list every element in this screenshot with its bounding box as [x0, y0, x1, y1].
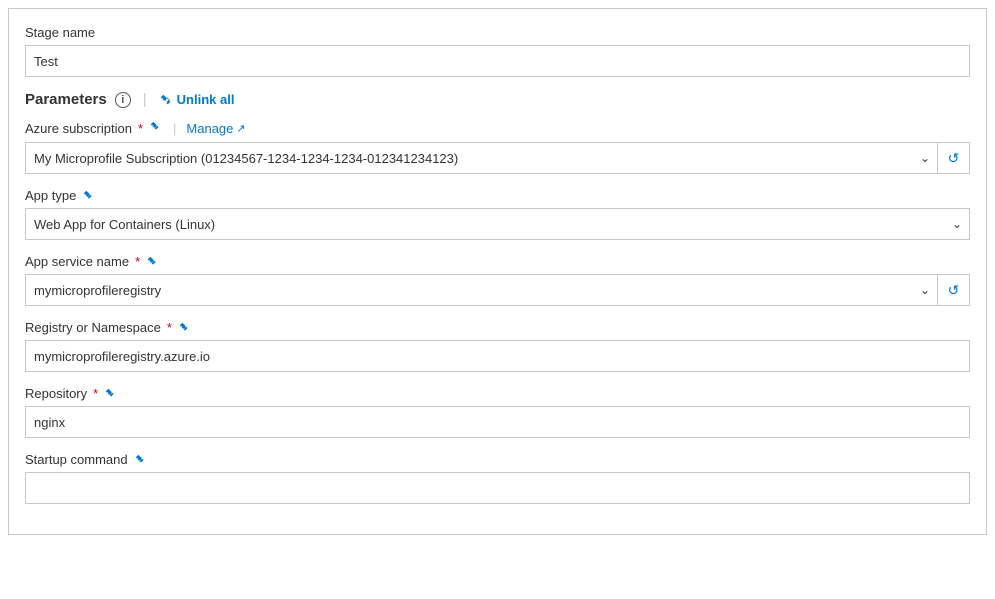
azure-subscription-link-icon[interactable]	[149, 120, 163, 137]
external-link-icon: ↗	[236, 122, 245, 135]
app-type-select[interactable]: Web App for Containers (Linux)	[25, 208, 970, 240]
azure-subscription-required: *	[138, 121, 143, 136]
unlink-all-button[interactable]: Unlink all	[159, 92, 235, 107]
startup-command-input[interactable]	[25, 472, 970, 504]
app-type-link-icon[interactable]	[82, 189, 96, 203]
registry-chain-icon	[178, 321, 192, 335]
subscription-separator: |	[173, 121, 176, 136]
app-service-name-required: *	[135, 254, 140, 269]
app-service-chain-icon	[146, 255, 160, 269]
stage-name-label: Stage name	[25, 25, 970, 40]
manage-link[interactable]: Manage ↗	[186, 121, 245, 136]
azure-subscription-select[interactable]: My Microprofile Subscription (01234567-1…	[25, 142, 938, 174]
registry-link-icon[interactable]	[178, 321, 192, 335]
repository-link-icon[interactable]	[104, 387, 118, 401]
app-type-label: App type	[25, 188, 970, 203]
azure-subscription-refresh-button[interactable]: ↺	[938, 142, 970, 174]
repository-required: *	[93, 386, 98, 401]
parameters-title: Parameters	[25, 91, 107, 108]
separator: |	[143, 91, 147, 108]
repository-chain-icon	[104, 387, 118, 401]
app-type-chain-icon	[82, 189, 96, 203]
startup-chain-icon	[134, 453, 148, 467]
chain-link-icon	[149, 120, 163, 134]
repository-input[interactable]	[25, 406, 970, 438]
registry-namespace-required: *	[167, 320, 172, 335]
startup-command-label: Startup command	[25, 452, 970, 467]
unlink-all-label: Unlink all	[177, 92, 235, 107]
stage-name-input[interactable]	[25, 45, 970, 77]
startup-command-link-icon[interactable]	[134, 453, 148, 467]
app-service-name-select[interactable]: mymicroprofileregistry	[25, 274, 938, 306]
parameters-info-icon[interactable]: i	[115, 92, 131, 108]
registry-namespace-label: Registry or Namespace *	[25, 320, 970, 335]
app-service-name-label: App service name *	[25, 254, 970, 269]
app-service-refresh-button[interactable]: ↺	[938, 274, 970, 306]
app-service-link-icon[interactable]	[146, 255, 160, 269]
manage-label: Manage	[186, 121, 233, 136]
azure-subscription-label: Azure subscription *	[25, 121, 143, 136]
unlink-icon	[159, 93, 173, 107]
repository-label: Repository *	[25, 386, 970, 401]
registry-namespace-input[interactable]	[25, 340, 970, 372]
